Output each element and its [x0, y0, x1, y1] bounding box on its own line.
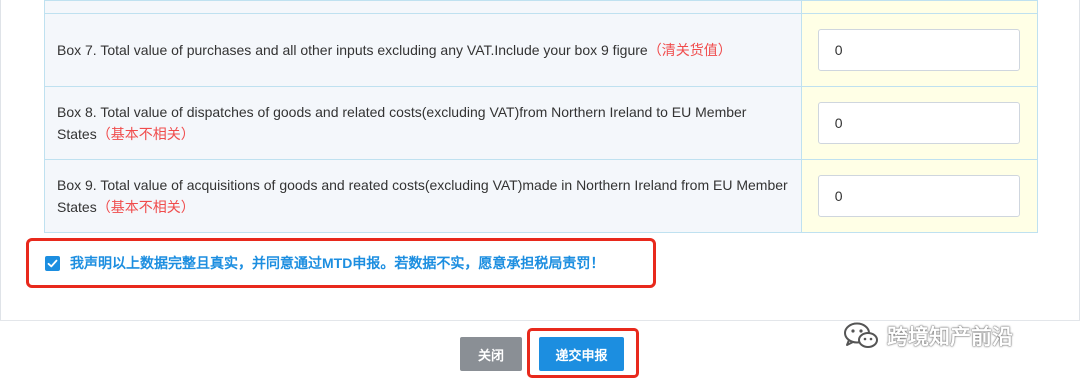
table-row-box8: Box 8. Total value of dispatches of good…: [44, 86, 1039, 160]
box8-input-cell: [800, 86, 1039, 160]
box8-input[interactable]: [817, 102, 1020, 144]
vat-return-panel: Box 7. Total value of purchases and all …: [0, 0, 1080, 320]
table-row-box7: Box 7. Total value of purchases and all …: [44, 13, 1039, 87]
table-row-box9: Box 9. Total value of acquisitions of go…: [44, 159, 1039, 233]
declaration-checkbox[interactable]: [45, 255, 60, 271]
box8-note: （基本不相关）: [96, 126, 195, 142]
checkmark-icon: [47, 259, 58, 267]
box7-input-cell: [800, 13, 1039, 87]
box7-label: Box 7. Total value of purchases and all …: [57, 42, 648, 58]
close-button[interactable]: 关闭: [460, 337, 522, 371]
box8-label-cell: Box 8. Total value of dispatches of good…: [44, 86, 802, 160]
panel-left-border: [0, 0, 1, 320]
vat-box-table: Box 7. Total value of purchases and all …: [44, 0, 1039, 233]
submit-highlight: 递交申报: [527, 328, 639, 378]
box9-input[interactable]: [817, 175, 1020, 217]
box9-note: （基本不相关）: [96, 199, 195, 215]
wechat-icon: [844, 322, 878, 348]
box9-label-cell: Box 9. Total value of acquisitions of go…: [44, 159, 802, 233]
watermark: 跨境知产前沿: [843, 316, 1013, 356]
table-row-partial: [44, 0, 1039, 14]
box7-input[interactable]: [817, 29, 1020, 71]
submit-declaration-button[interactable]: 递交申报: [539, 337, 624, 371]
box7-label-cell: Box 7. Total value of purchases and all …: [44, 13, 802, 87]
box9-input-cell: [800, 159, 1039, 233]
declaration-highlight: 我声明以上数据完整且真实，并同意通过MTD申报。若数据不实，愿意承担税局责罚！: [26, 238, 656, 288]
watermark-text: 跨境知产前沿: [887, 326, 1013, 349]
box7-note: （清关货值）: [647, 42, 732, 58]
declaration-text[interactable]: 我声明以上数据完整且真实，并同意通过MTD申报。若数据不实，愿意承担税局责罚！: [70, 253, 604, 273]
